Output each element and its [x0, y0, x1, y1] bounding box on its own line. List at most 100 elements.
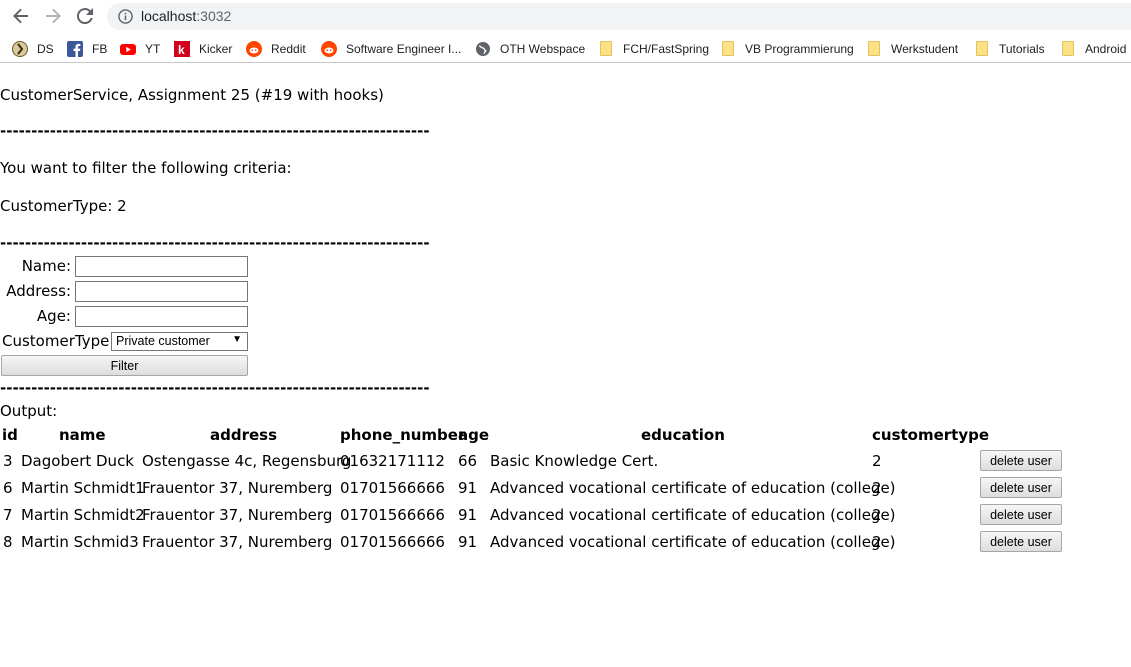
bookmark-label: FB [92, 42, 108, 56]
filter-button[interactable]: Filter [1, 355, 248, 376]
header-phone-number: phone_number [340, 426, 466, 444]
folder-icon [866, 41, 882, 57]
customertype-select[interactable]: Private customer ▼ [111, 332, 248, 351]
dropdown-arrow-icon: ▼ [232, 334, 242, 345]
forward-arrow-icon [46, 8, 61, 24]
cell-id: 8 [3, 533, 13, 551]
cell-address: Frauentor 37, Nuremberg [142, 479, 333, 497]
info-icon[interactable] [118, 9, 133, 24]
bookmark-label: VB Programmierung [745, 42, 854, 56]
delete-user-button[interactable]: delete user [980, 531, 1062, 552]
cell-age: 91 [458, 533, 478, 551]
facebook-icon [67, 41, 83, 57]
cell-education: Advanced vocational certificate of educa… [490, 479, 896, 497]
url-port: :3032 [196, 8, 232, 24]
delete-user-button[interactable]: delete user [980, 450, 1062, 471]
url-host: localhost [141, 8, 197, 24]
cell-name: Martin Schmid3 [21, 533, 139, 551]
cell-name: Martin Schmidt2 [21, 506, 145, 524]
bookmark-software-engineer[interactable]: Software Engineer I... [321, 40, 461, 58]
cell-education: Advanced vocational certificate of educa… [490, 533, 896, 551]
ds-icon [12, 41, 28, 57]
cell-customertype: 2 [872, 506, 882, 524]
cell-name: Dagobert Duck [21, 452, 134, 470]
cell-age: 91 [458, 506, 478, 524]
separator: ----------------------------------------… [0, 234, 430, 252]
filter-criteria: CustomerType: 2 [0, 197, 127, 215]
folder-icon [720, 41, 736, 57]
bookmark-label: OTH Webspace [500, 42, 586, 56]
kicker-icon: k [174, 41, 190, 57]
cell-age: 66 [458, 452, 478, 470]
bookmark-werkstudent[interactable]: Werkstudent [866, 40, 958, 58]
filter-intro: You want to filter the following criteri… [0, 159, 292, 177]
output-label: Output: [0, 402, 58, 420]
forward-button[interactable] [41, 5, 65, 27]
cell-phone: 01632171112 [340, 452, 445, 470]
age-label: Age: [36, 307, 71, 325]
page-title: CustomerService, Assignment 25 (#19 with… [0, 86, 384, 104]
header-address: address [210, 426, 278, 444]
bookmark-label: Reddit [271, 42, 306, 56]
cell-customertype: 2 [872, 533, 882, 551]
bookmark-reddit[interactable]: Reddit [246, 40, 306, 58]
reddit-icon [246, 41, 262, 57]
cell-education: Basic Knowledge Cert. [490, 452, 659, 470]
header-id: id [2, 426, 18, 444]
bookmark-label: DS [37, 42, 54, 56]
bookmark-kicker[interactable]: k Kicker [174, 40, 232, 58]
address-bar[interactable]: localhost:3032 [107, 3, 1131, 30]
cell-address: Frauentor 37, Nuremberg [142, 506, 333, 524]
delete-user-button[interactable]: delete user [980, 477, 1062, 498]
reload-icon [77, 8, 93, 24]
header-age: age [458, 426, 490, 444]
bookmark-vb-programmierung[interactable]: VB Programmierung [720, 40, 854, 58]
globe-icon [475, 41, 491, 57]
reddit-icon [321, 41, 337, 57]
bookmark-ds[interactable]: DS [12, 40, 54, 58]
bookmark-label: Android [1085, 42, 1127, 56]
cell-age: 91 [458, 479, 478, 497]
address-input[interactable] [75, 281, 248, 302]
cell-address: Ostengasse 4c, Regensburg [142, 452, 352, 470]
folder-icon [598, 41, 614, 57]
cell-customertype: 2 [872, 479, 882, 497]
bookmark-yt[interactable]: YT [120, 40, 160, 58]
cell-customertype: 2 [872, 452, 882, 470]
bookmark-label: Software Engineer I... [346, 42, 462, 56]
url-text: localhost:3032 [141, 8, 231, 24]
cell-phone: 01701566666 [340, 506, 445, 524]
separator: ----------------------------------------… [0, 379, 430, 397]
cell-id: 3 [3, 452, 13, 470]
name-input[interactable] [75, 256, 248, 277]
back-arrow-icon [13, 8, 28, 24]
bookmark-label: Tutorials [999, 42, 1045, 56]
header-name: name [59, 426, 106, 444]
delete-user-button[interactable]: delete user [980, 504, 1062, 525]
separator: ----------------------------------------… [0, 122, 430, 140]
svg-text:k: k [178, 43, 185, 57]
customertype-selected: Private customer [116, 334, 210, 348]
browser-toolbar: localhost:3032 [0, 0, 1131, 33]
cell-education: Advanced vocational certificate of educa… [490, 506, 896, 524]
bookmark-label: Werkstudent [891, 42, 959, 56]
bookmark-fb[interactable]: FB [67, 40, 107, 58]
bookmark-oth-webspace[interactable]: OTH Webspace [475, 40, 585, 58]
age-input[interactable] [75, 306, 248, 327]
address-label: Address: [6, 282, 71, 300]
bookmark-label: YT [145, 42, 161, 56]
name-label: Name: [21, 257, 71, 275]
header-education: education [641, 426, 725, 444]
bookmarks-bar: DS FB YT k Kicker Reddit Software Engine… [0, 35, 1131, 63]
bookmark-android[interactable]: Android [1060, 40, 1126, 58]
cell-phone: 01701566666 [340, 479, 445, 497]
cell-address: Frauentor 37, Nuremberg [142, 533, 333, 551]
reload-button[interactable] [73, 5, 97, 27]
cell-phone: 01701566666 [340, 533, 445, 551]
cell-id: 6 [3, 479, 13, 497]
cell-id: 7 [3, 506, 13, 524]
bookmark-tutorials[interactable]: Tutorials [974, 40, 1045, 58]
back-button[interactable] [9, 5, 33, 27]
bookmark-fch-fastspring[interactable]: FCH/FastSpring [598, 40, 709, 58]
bookmark-label: FCH/FastSpring [623, 42, 710, 56]
